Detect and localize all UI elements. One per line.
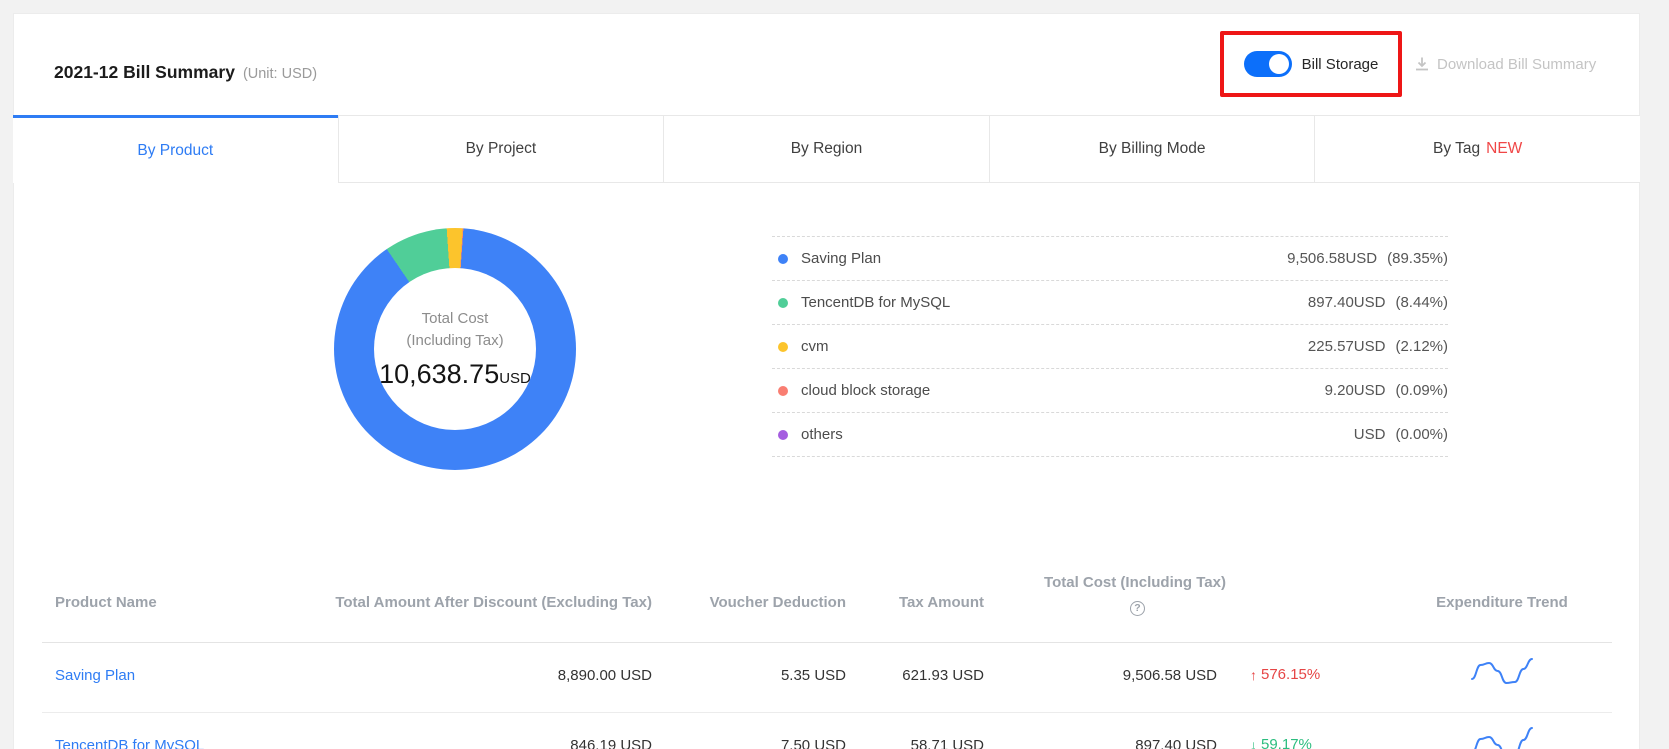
- legend-percent: (8.44%): [1395, 294, 1448, 311]
- legend-value: 897.40USD: [1307, 294, 1386, 311]
- legend-label: Saving Plan: [801, 250, 882, 267]
- legend-item-cvm[interactable]: cvm 225.57USD (2.12%): [772, 325, 1448, 369]
- trend-value: 576.15%: [1261, 666, 1321, 683]
- legend-label: others: [801, 426, 843, 443]
- tax-cell: 621.93 USD: [902, 667, 984, 684]
- color-dot-icon: [778, 429, 788, 440]
- col-header-expenditure-trend: Expenditure Trend: [1436, 594, 1568, 611]
- col-header-voucher-deduction: Voucher Deduction: [709, 594, 846, 611]
- trend-percent: ↑ 576.15%: [1250, 666, 1320, 683]
- page-title: 2021-12 Bill Summary (Unit: USD): [54, 62, 317, 83]
- legend-percent: (0.09%): [1395, 382, 1448, 399]
- new-badge: NEW: [1486, 140, 1523, 157]
- legend-percent: (89.35%): [1387, 250, 1448, 267]
- col-header-product-name: Product Name: [55, 594, 157, 611]
- legend-item-cloud-block-storage[interactable]: cloud block storage 9.20USD (0.09%): [772, 369, 1448, 413]
- including-tax-label: (Including Tax): [406, 332, 504, 349]
- legend-label: cloud block storage: [801, 382, 931, 399]
- bill-summary-title: 2021-12 Bill Summary: [54, 62, 235, 82]
- table-header-divider: [42, 642, 1612, 643]
- trend-up-icon: ↑: [1250, 666, 1257, 683]
- chart-legend: Saving Plan 9,506.58USD (89.35%) Tencent…: [772, 236, 1448, 457]
- donut-center-label: Total Cost (Including Tax) 10,638.75 USD: [334, 228, 576, 470]
- trend-percent: ↓ 59.17%: [1250, 736, 1312, 749]
- voucher-cell: 5.35 USD: [780, 667, 846, 684]
- total-cost-value: 10,638.75: [379, 359, 500, 389]
- color-dot-icon: [778, 385, 788, 396]
- donut-chart: Total Cost (Including Tax) 10,638.75 USD: [334, 228, 576, 470]
- total-cost-header-text: Total Cost (Including Tax): [1044, 574, 1226, 591]
- legend-value: 225.57USD: [1307, 338, 1386, 355]
- legend-label: TencentDB for MySQL: [801, 294, 951, 311]
- expenditure-sparkline: [1471, 658, 1533, 685]
- download-bill-summary-button[interactable]: Download Bill Summary: [1414, 51, 1596, 77]
- tab-label: By Tag: [1433, 140, 1481, 157]
- col-header-total-cost: Total Cost (Including Tax)?: [1040, 572, 1230, 616]
- legend-value: USD: [1353, 426, 1386, 443]
- legend-percent: (0.00%): [1395, 426, 1448, 443]
- legend-percent: (2.12%): [1395, 338, 1448, 355]
- legend-item-tencentdb[interactable]: TencentDB for MySQL 897.40USD (8.44%): [772, 281, 1448, 325]
- tab-by-project[interactable]: By Project: [337, 115, 664, 183]
- color-dot-icon: [778, 341, 788, 352]
- tab-by-billing-mode[interactable]: By Billing Mode: [988, 115, 1315, 183]
- tab-by-region[interactable]: By Region: [663, 115, 989, 183]
- col-header-tax-amount: Tax Amount: [899, 594, 984, 611]
- color-dot-icon: [778, 253, 788, 264]
- total-cost-label: Total Cost: [421, 310, 489, 327]
- help-icon[interactable]: ?: [1130, 601, 1145, 616]
- trend-down-icon: ↓: [1250, 736, 1257, 749]
- tab-label: By Billing Mode: [1098, 140, 1206, 157]
- legend-value: 9.20USD: [1324, 382, 1386, 399]
- total-cost-cell: 9,506.58 USD: [1122, 667, 1217, 684]
- table-row-divider: [42, 712, 1612, 713]
- amount-cell: 846.19 USD: [570, 737, 652, 749]
- tab-label: By Project: [465, 140, 537, 157]
- product-link[interactable]: TencentDB for MySQL: [55, 737, 204, 749]
- tab-by-product[interactable]: By Product: [13, 115, 338, 183]
- annotation-red-box: Bill Storage: [1220, 31, 1402, 97]
- total-cost-currency: USD: [499, 370, 531, 387]
- bill-storage-label: Bill Storage: [1301, 55, 1379, 73]
- legend-value: 9,506.58USD: [1287, 250, 1378, 267]
- col-header-amount-after-discount: Total Amount After Discount (Excluding T…: [335, 594, 652, 611]
- page-background: 2021-12 Bill Summary (Unit: USD) Bill Sto…: [0, 0, 1669, 749]
- tab-label: By Region: [790, 140, 863, 157]
- product-link[interactable]: Saving Plan: [55, 667, 135, 684]
- total-cost-cell: 897.40 USD: [1135, 737, 1217, 749]
- voucher-cell: 7.50 USD: [780, 737, 846, 749]
- tab-by-tag[interactable]: By Tag NEW: [1314, 115, 1640, 183]
- trend-value: 59.17%: [1261, 736, 1312, 749]
- legend-label: cvm: [801, 338, 829, 355]
- bill-storage-toggle[interactable]: [1243, 51, 1292, 77]
- legend-item-saving-plan[interactable]: Saving Plan 9,506.58USD (89.35%): [772, 237, 1448, 281]
- color-dot-icon: [778, 297, 788, 308]
- expenditure-sparkline: [1474, 727, 1533, 749]
- download-icon: [1416, 57, 1428, 71]
- unit-label: (Unit: USD): [242, 66, 318, 82]
- tab-bar: By Product By Project By Region By Billi…: [13, 115, 1640, 183]
- tab-label: By Product: [137, 141, 214, 159]
- download-label: Download Bill Summary: [1437, 55, 1597, 73]
- amount-cell: 8,890.00 USD: [557, 667, 652, 684]
- toggle-knob-icon: [1268, 54, 1289, 74]
- tax-cell: 58.71 USD: [910, 737, 984, 749]
- legend-item-others[interactable]: others USD (0.00%): [772, 413, 1448, 457]
